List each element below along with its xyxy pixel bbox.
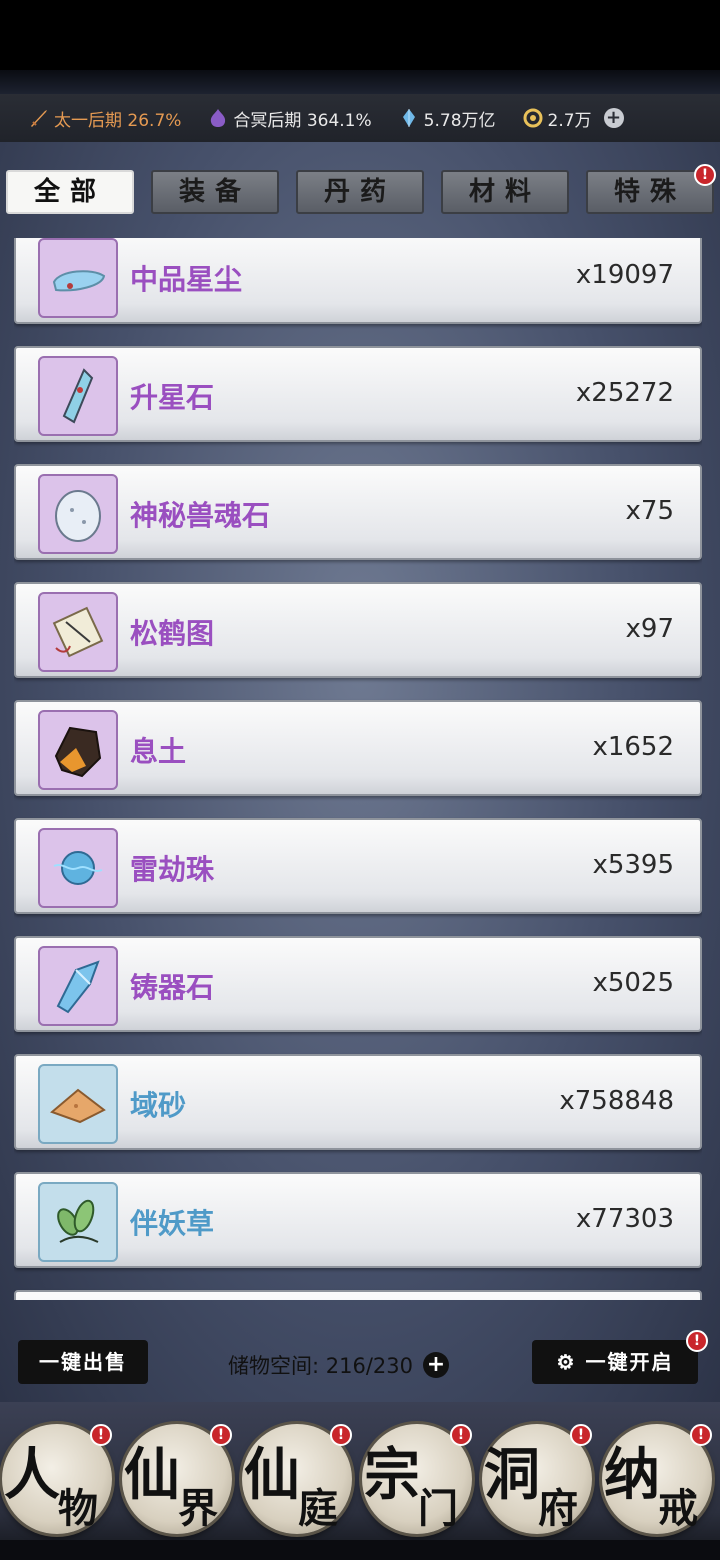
crystal-indicator[interactable]: 5.78万亿 <box>398 106 496 131</box>
list-item[interactable]: 息土 x1652 <box>14 700 702 796</box>
item-count: x758848 <box>559 1086 674 1116</box>
realm-text: 太一后期 26.7% <box>54 110 182 131</box>
storage-text: 储物空间: 216/230 <box>228 1354 413 1378</box>
item-count: x5025 <box>592 968 674 998</box>
item-name: 铸器石 <box>130 971 215 1004</box>
nav-char-2: 界 <box>178 1485 218 1532</box>
thunder-orb-icon <box>53 851 103 885</box>
realm2-indicator[interactable]: 合冥后期 364.1% <box>207 106 372 131</box>
item-name: 松鹤图 <box>130 617 215 650</box>
nav-char-1: 洞 <box>484 1442 540 1508</box>
tab-all[interactable]: 全部 <box>6 170 134 214</box>
item-name: 神秘兽魂石 <box>130 499 271 532</box>
add-coin-button[interactable]: + <box>603 108 624 128</box>
item-count: x25272 <box>575 378 674 408</box>
nav-cave-mansion-badge: ! <box>570 1424 592 1446</box>
item-count: x1652 <box>592 732 674 762</box>
star-stone-icon <box>62 368 94 424</box>
item-list[interactable]: 中品星尘 x19097 升星石 x25272 神秘兽魂石 x75 松鹤图 x97… <box>14 238 702 1300</box>
tab-equipment[interactable]: 装备 <box>151 170 279 214</box>
item-icon-box <box>38 1064 118 1144</box>
beast-soul-stone-icon <box>55 490 101 542</box>
nav-char-2: 府 <box>538 1485 578 1532</box>
list-item[interactable]: 中品星尘 x19097 <box>14 238 702 324</box>
item-count: x5395 <box>592 850 674 880</box>
stardust-icon <box>52 270 106 292</box>
tab-materials[interactable]: 材料 <box>441 170 569 214</box>
gear-icon: ⚙ <box>556 1350 586 1374</box>
nav-char-1: 仙 <box>244 1442 300 1508</box>
earth-ore-icon <box>54 726 102 778</box>
gold-coin-icon <box>523 108 543 128</box>
list-item[interactable] <box>14 1290 702 1300</box>
item-name: 中品星尘 <box>130 263 243 296</box>
coin-indicator[interactable]: 2.7万 + <box>522 106 624 131</box>
spirit-crystal-icon <box>402 109 415 127</box>
list-item[interactable]: 神秘兽魂石 x75 <box>14 464 702 560</box>
realm2-text: 合冥后期 364.1% <box>233 110 372 131</box>
list-item[interactable]: 升星石 x25272 <box>14 346 702 442</box>
item-icon-box <box>38 356 118 436</box>
open-all-button[interactable]: ⚙ 一键开启 <box>532 1340 698 1384</box>
list-item[interactable]: 域砂 x758848 <box>14 1054 702 1150</box>
nav-bottom-edge <box>0 1540 720 1560</box>
status-area <box>0 0 720 70</box>
item-icon-box <box>38 592 118 672</box>
herb-icon <box>57 1199 99 1243</box>
item-icon-box <box>38 1182 118 1262</box>
scroll-icon <box>52 606 104 658</box>
list-item[interactable]: 伴妖草 x77303 <box>14 1172 702 1268</box>
item-count: x77303 <box>575 1204 674 1234</box>
nav-char-1: 人 <box>4 1442 60 1508</box>
item-icon-box <box>38 474 118 554</box>
expand-storage-button[interactable]: + <box>423 1352 449 1378</box>
item-icon-box <box>38 946 118 1026</box>
header-decoration <box>0 70 720 94</box>
resource-bar: 太一后期 26.7% 合冥后期 364.1% 5.78万亿 2.7万 + <box>0 94 720 142</box>
sand-pile-icon <box>50 1088 106 1124</box>
crystal-text: 5.78万亿 <box>423 110 496 131</box>
item-count: x19097 <box>575 260 674 290</box>
item-icon-box <box>38 238 118 318</box>
inventory-actions: 一键出售 储物空间: 216/230 + ⚙ 一键开启 ! <box>0 1322 720 1402</box>
open-all-label: 一键开启 <box>585 1350 674 1374</box>
sell-all-button[interactable]: 一键出售 <box>18 1340 148 1384</box>
item-icon-box <box>38 710 118 790</box>
open-all-badge: ! <box>686 1330 708 1352</box>
list-item[interactable]: 雷劫珠 x5395 <box>14 818 702 914</box>
list-item[interactable]: 松鹤图 x97 <box>14 582 702 678</box>
item-name: 升星石 <box>130 381 215 414</box>
item-name: 域砂 <box>130 1089 187 1122</box>
item-icon-box <box>38 828 118 908</box>
purple-flame-icon <box>211 109 226 127</box>
tab-special-badge: ! <box>694 164 716 186</box>
item-count: x75 <box>625 496 674 526</box>
storage-capacity: 储物空间: 216/230 + <box>228 1350 449 1380</box>
nav-char-2: 物 <box>58 1485 98 1532</box>
item-name: 雷劫珠 <box>130 853 215 886</box>
item-name: 息土 <box>130 735 187 768</box>
bottom-navigation: 人 物 ! 仙 界 ! 仙 庭 ! 宗 门 ! 洞 府 ! 纳 戒 ! <box>0 1402 720 1560</box>
nav-immortal-court-badge: ! <box>330 1424 352 1446</box>
inventory-panel: 全部 装备 丹药 材料 特殊 ! 中品星尘 x19097 升星石 x25272 … <box>0 142 720 1420</box>
category-tabs: 全部 装备 丹药 材料 特殊 ! <box>6 164 716 216</box>
nav-char-2: 门 <box>418 1485 458 1532</box>
realm-indicator[interactable]: 太一后期 26.7% <box>28 106 181 131</box>
item-count: x97 <box>625 614 674 644</box>
nav-char-2: 戒 <box>658 1485 698 1532</box>
nav-immortal-realm-badge: ! <box>210 1424 232 1446</box>
coin-text: 2.7万 <box>547 110 592 131</box>
list-item[interactable]: 铸器石 x5025 <box>14 936 702 1032</box>
nav-char-1: 宗 <box>364 1442 420 1508</box>
nav-char-1: 纳 <box>604 1442 660 1508</box>
nav-character-badge: ! <box>90 1424 112 1446</box>
nav-char-2: 庭 <box>298 1485 338 1532</box>
nav-sect-badge: ! <box>450 1424 472 1446</box>
item-name: 伴妖草 <box>130 1207 215 1240</box>
crystal-icon <box>56 960 100 1014</box>
nav-char-1: 仙 <box>124 1442 180 1508</box>
sword-icon <box>31 110 47 127</box>
nav-storage-ring-badge: ! <box>690 1424 712 1446</box>
tab-pills[interactable]: 丹药 <box>296 170 424 214</box>
